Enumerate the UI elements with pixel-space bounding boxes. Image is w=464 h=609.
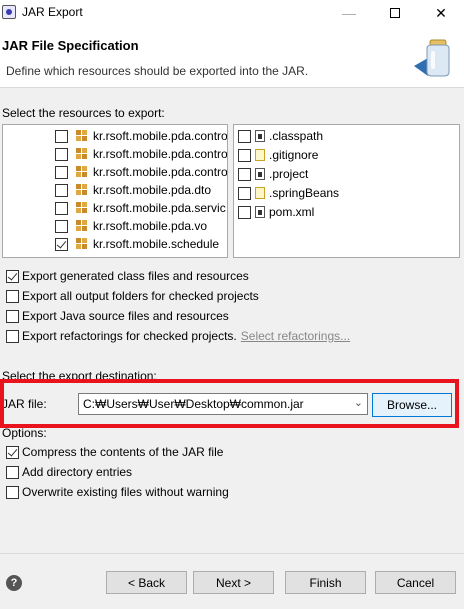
file-label: .gitignore xyxy=(269,148,319,162)
tree-item-label: kr.rsoft.mobile.pda.servic xyxy=(93,201,226,215)
file-checkbox[interactable] xyxy=(238,205,251,219)
resource-file-list[interactable]: .classpath .gitignore .project .springBe… xyxy=(233,124,460,258)
close-icon: ✕ xyxy=(435,4,447,21)
tree-item[interactable]: kr.rsoft.mobile.pda.contro xyxy=(55,163,228,181)
maximize-icon xyxy=(390,8,400,18)
package-icon xyxy=(76,202,88,214)
tree-item[interactable]: kr.rsoft.mobile.pda.vo xyxy=(55,217,207,235)
tree-item-checkbox[interactable] xyxy=(55,147,68,161)
export-source-files-option[interactable]: Export Java source files and resources xyxy=(6,307,229,325)
tree-item[interactable]: kr.rsoft.mobile.pda.contro xyxy=(55,127,228,145)
maximize-button[interactable] xyxy=(372,0,418,26)
option-label: Compress the contents of the JAR file xyxy=(22,445,224,459)
tree-item-checkbox[interactable] xyxy=(55,129,68,143)
resources-label: Select the resources to export: xyxy=(2,106,165,120)
tree-item-checkbox[interactable] xyxy=(55,219,68,233)
resource-tree[interactable]: kr.rsoft.mobile.pda.contro kr.rsoft.mobi… xyxy=(2,124,228,258)
tree-item-checkbox[interactable] xyxy=(55,183,68,197)
package-icon xyxy=(76,184,88,196)
option-label: Overwrite existing files without warning xyxy=(22,485,229,499)
option-label: Export Java source files and resources xyxy=(22,309,229,323)
file-checkbox[interactable] xyxy=(238,148,251,162)
export-output-folders-checkbox[interactable] xyxy=(6,289,19,303)
text-file-icon xyxy=(255,149,265,161)
window-title: JAR Export xyxy=(22,5,83,19)
file-label: pom.xml xyxy=(269,205,315,219)
option-label: Export all output folders for checked pr… xyxy=(22,289,259,303)
back-button[interactable]: < Back xyxy=(106,571,187,594)
page-title: JAR File Specification xyxy=(2,38,139,53)
overwrite-option[interactable]: Overwrite existing files without warning xyxy=(6,483,229,501)
compress-checkbox[interactable] xyxy=(6,445,19,459)
tree-item-label: kr.rsoft.mobile.pda.contro xyxy=(93,165,228,179)
project-file-icon xyxy=(255,168,265,180)
tree-item-label: kr.rsoft.mobile.schedule xyxy=(93,237,220,251)
file-list-item[interactable]: .project xyxy=(238,165,308,183)
export-refactorings-checkbox[interactable] xyxy=(6,329,19,343)
minimize-button[interactable]: — xyxy=(326,0,372,26)
option-label: Export refactorings for checked projects… xyxy=(22,329,237,343)
package-icon xyxy=(76,220,88,232)
jar-wizard-icon xyxy=(414,39,450,77)
tree-item[interactable]: kr.rsoft.mobile.schedule xyxy=(55,235,219,253)
add-directory-entries-option[interactable]: Add directory entries xyxy=(6,463,132,481)
tree-item-label: kr.rsoft.mobile.pda.dto xyxy=(93,183,212,197)
wizard-footer: ? < Back Next > Finish Cancel xyxy=(0,553,464,609)
tree-item-label: kr.rsoft.mobile.pda.vo xyxy=(93,219,208,233)
package-icon xyxy=(76,238,88,250)
package-icon xyxy=(76,166,88,178)
back-label: < Back xyxy=(127,575,166,590)
tree-item-checkbox[interactable] xyxy=(55,237,68,251)
select-refactorings-link[interactable]: Select refactorings... xyxy=(241,329,350,343)
highlight-annotation xyxy=(0,379,459,428)
next-label: Next > xyxy=(215,575,251,590)
export-refactorings-option[interactable]: Export refactorings for checked projects… xyxy=(6,327,350,345)
text-file-icon xyxy=(255,187,265,199)
title-bar: JAR Export — ✕ xyxy=(0,0,464,26)
classpath-file-icon xyxy=(255,130,265,142)
finish-button[interactable]: Finish xyxy=(285,571,366,594)
file-label: .classpath xyxy=(269,129,324,143)
tree-item-label: kr.rsoft.mobile.pda.contro xyxy=(93,147,228,161)
tree-item-label: kr.rsoft.mobile.pda.contro xyxy=(93,129,228,143)
file-list-item[interactable]: pom.xml xyxy=(238,203,314,221)
file-checkbox[interactable] xyxy=(238,186,251,200)
eclipse-app-icon xyxy=(2,5,16,19)
export-class-files-checkbox[interactable] xyxy=(6,269,19,283)
file-checkbox[interactable] xyxy=(238,167,251,181)
xml-file-icon xyxy=(255,206,265,218)
tree-item[interactable]: kr.rsoft.mobile.pda.dto xyxy=(55,181,211,199)
file-label: .springBeans xyxy=(269,186,340,200)
export-source-files-checkbox[interactable] xyxy=(6,309,19,323)
close-button[interactable]: ✕ xyxy=(418,0,464,26)
page-description: Define which resources should be exporte… xyxy=(6,64,309,78)
minimize-icon: — xyxy=(342,5,356,21)
file-list-item[interactable]: .springBeans xyxy=(238,184,339,202)
overwrite-checkbox[interactable] xyxy=(6,485,19,499)
tree-item[interactable]: kr.rsoft.mobile.pda.contro xyxy=(55,145,228,163)
next-button[interactable]: Next > xyxy=(193,571,274,594)
wizard-banner: JAR File Specification Define which reso… xyxy=(0,26,464,88)
finish-label: Finish xyxy=(309,575,342,590)
package-icon xyxy=(76,130,88,142)
cancel-button[interactable]: Cancel xyxy=(375,571,456,594)
file-list-item[interactable]: .gitignore xyxy=(238,146,318,164)
export-output-folders-option[interactable]: Export all output folders for checked pr… xyxy=(6,287,259,305)
compress-option[interactable]: Compress the contents of the JAR file xyxy=(6,443,223,461)
export-class-files-option[interactable]: Export generated class files and resourc… xyxy=(6,267,249,285)
help-icon[interactable]: ? xyxy=(6,575,22,591)
cancel-label: Cancel xyxy=(396,575,435,590)
tree-item[interactable]: kr.rsoft.mobile.pda.servic xyxy=(55,199,226,217)
tree-item-checkbox[interactable] xyxy=(55,201,68,215)
tree-item-checkbox[interactable] xyxy=(55,165,68,179)
file-list-item[interactable]: .classpath xyxy=(238,127,323,145)
options-label: Options: xyxy=(2,426,47,440)
file-checkbox[interactable] xyxy=(238,129,251,143)
package-icon xyxy=(76,148,88,160)
add-directory-entries-checkbox[interactable] xyxy=(6,465,19,479)
option-label: Export generated class files and resourc… xyxy=(22,269,249,283)
option-label: Add directory entries xyxy=(22,465,133,479)
file-label: .project xyxy=(269,167,309,181)
